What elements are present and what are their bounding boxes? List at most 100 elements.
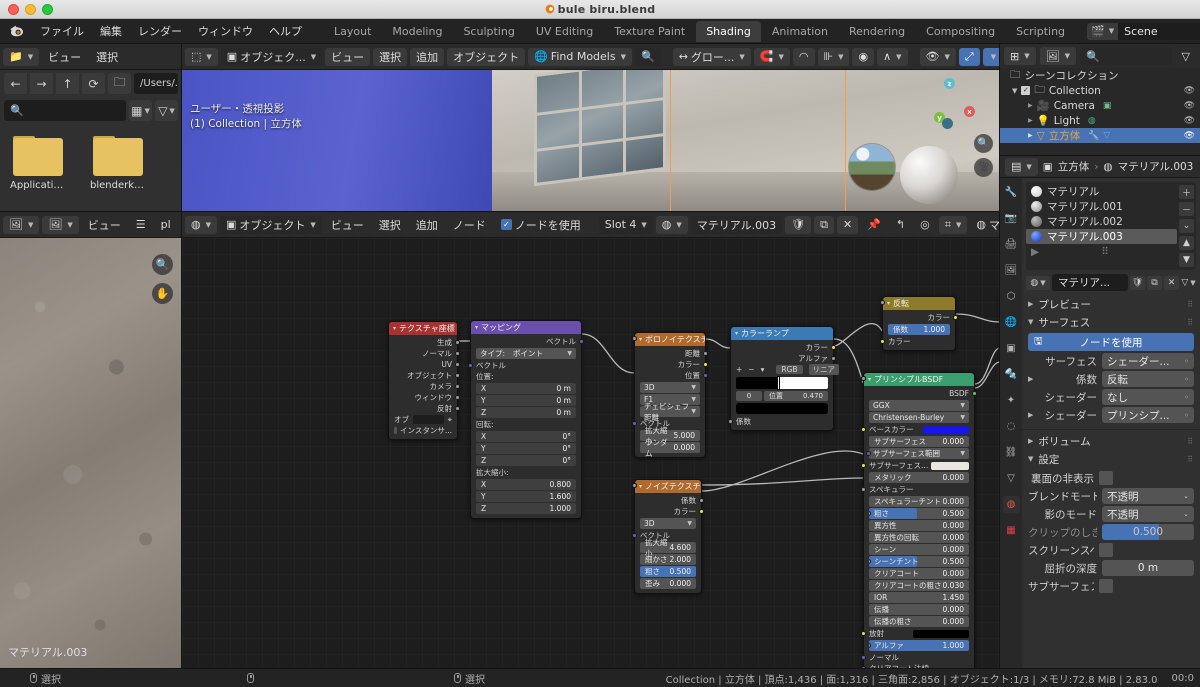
parent-node-icon[interactable]: ↰ (890, 216, 911, 234)
output-socket[interactable] (703, 362, 708, 367)
socket-row[interactable]: カラー (731, 342, 836, 353)
gizmo-options-icon[interactable]: ▼ (982, 47, 1000, 66)
node-mapping[interactable]: ▾ マッピング ベクトル タイプ: ポイント ▼ ベクトル 位置: X0 m Y0… (468, 320, 584, 519)
find-models-button[interactable]: 🌐 Find Models ▼ (528, 47, 632, 66)
socket-row[interactable]: ノーマル (389, 348, 460, 359)
output-socket[interactable] (455, 373, 460, 378)
filter-icon[interactable]: ▽ ▼ (155, 100, 178, 121)
scene-name[interactable]: Scene (1118, 22, 1200, 40)
output-socket[interactable] (455, 340, 460, 345)
vp-menu-add[interactable]: 追加 (410, 47, 445, 66)
input-socket[interactable] (632, 533, 637, 538)
chevron-down-icon[interactable]: ▼ (1028, 455, 1033, 463)
menu-edit[interactable]: 編集 (92, 21, 130, 41)
socket-row[interactable]: アルファ (731, 353, 836, 364)
menu-file[interactable]: ファイル (32, 21, 92, 41)
collapse-icon[interactable]: ▾ (393, 325, 396, 332)
scene-selector[interactable]: 🎬 ▼ Scene (1087, 22, 1200, 40)
fb-menu-select[interactable]: 選択 (90, 48, 124, 66)
input-socket[interactable] (861, 655, 866, 660)
chevron-right-icon[interactable]: ▶ (1028, 102, 1033, 109)
ramp-toolbar[interactable]: + − ▾ RGB リニア (731, 364, 840, 375)
material-name-field[interactable]: マテリア... (1052, 274, 1128, 291)
output-socket[interactable] (703, 351, 708, 356)
tab-compositing[interactable]: Compositing (916, 21, 1005, 42)
input-socket[interactable] (861, 427, 866, 432)
mapping-type-dropdown[interactable]: タイプ: ポイント ▼ (476, 348, 576, 359)
list-item[interactable]: マテリアル.003 (1026, 229, 1177, 244)
input-clearcoat-roughness[interactable]: クリアコートの粗さ 0.030 (861, 376, 969, 591)
input-roughness[interactable]: 粗さ 0.500 (869, 508, 969, 519)
node-noise-texture[interactable]: ▾ ノイズテクスチャ 係数 カラー 3D▼ ベクトル 拡大縮小4.600 細かさ… (632, 479, 704, 594)
rotation-y[interactable]: Y 0° (476, 443, 576, 454)
refraction-depth-field[interactable]: 0 m (1102, 560, 1194, 576)
vector-input-row[interactable]: ベクトル (468, 360, 581, 371)
chevron-right-icon[interactable]: ▶ (1028, 411, 1033, 419)
input-metallic[interactable]: メタリック 0.000 (861, 376, 969, 483)
scale-y[interactable]: Y 1.600 (476, 491, 576, 502)
browse-material-icon[interactable]: ◍ ▼ (1026, 275, 1050, 290)
chevron-down-icon[interactable]: ▼ (1028, 318, 1033, 326)
input-socket[interactable] (866, 451, 871, 456)
noise-dimension-dropdown[interactable]: 3D ▼ (640, 518, 696, 529)
image-canvas[interactable]: 🔍 ✋ マテリアル.003 (0, 238, 182, 668)
browse-material-icon[interactable]: ◍ ▼ (655, 215, 688, 234)
node-texture-coordinate[interactable]: ▾ テクスチャ座標 生成 ノーマル UV オブジェクト カメラ ウィンドウ 反射… (388, 321, 460, 440)
up-icon[interactable]: ↑ (56, 73, 79, 94)
tab-output[interactable]: 🖨 (1003, 236, 1020, 253)
input-sheen-tint[interactable]: シーンチント 0.500 (869, 556, 969, 567)
transform-orientation-selector[interactable]: ↔ グロー... ▼ (672, 47, 751, 66)
node-color-ramp[interactable]: ▾ カラーランプ カラー アルファ + − ▾ RGB リニア 0 位置 0.4… (728, 326, 840, 431)
output-socket[interactable] (455, 395, 460, 400)
sh-menu-node[interactable]: ノード (447, 216, 492, 234)
socket-row[interactable]: UV (389, 359, 460, 370)
grip-icon[interactable]: ⠿ (1187, 300, 1194, 309)
input-socket[interactable] (632, 421, 637, 426)
checkbox-icon[interactable]: ✓ (1021, 86, 1031, 95)
list-item[interactable]: Applications (10, 136, 66, 191)
output-socket[interactable] (455, 406, 460, 411)
gizmo-icon[interactable]: ⤢ (958, 47, 980, 66)
input-socket[interactable] (632, 336, 637, 341)
duplicate-material-icon[interactable]: ⧉ (814, 215, 834, 234)
input-socket[interactable] (861, 487, 866, 492)
input-anisotropic-rotation[interactable]: 異方性の回転 0.000 (861, 376, 969, 543)
tab-layout[interactable]: Layout (324, 21, 381, 42)
vp-menu-view[interactable]: ビュー (325, 47, 371, 66)
shader2-selector[interactable]: プリンシプ... ◦ (1102, 407, 1194, 423)
shadow-mode-dropdown[interactable]: 不透明 ⌄ (1102, 506, 1194, 522)
tab-material[interactable]: ◍ (1002, 496, 1020, 513)
subsurface-color-swatch[interactable] (931, 461, 969, 470)
nodetree-icon[interactable]: ▽ ▼ (1181, 276, 1196, 290)
blender-logo-icon[interactable] (8, 22, 26, 40)
panel-settings[interactable]: ▼ 設定 ⠿ (1022, 450, 1200, 468)
socket-row[interactable]: 位置 (635, 370, 708, 381)
collapse-icon[interactable]: ▾ (735, 330, 738, 337)
node-header[interactable]: ▾ 反転 (883, 297, 955, 310)
output-socket[interactable] (579, 339, 584, 344)
editor-type-selector[interactable]: 🖼 ▼ (3, 215, 40, 234)
tab-particles[interactable]: ✦ (1003, 392, 1020, 409)
sidebar-item-camera[interactable]: ▶ 🎥 Camera ▣ 👁 (1000, 98, 1200, 113)
menu-window[interactable]: ウィンドウ (190, 21, 261, 41)
socket-row[interactable]: BSDF (864, 388, 977, 399)
zoom-view-icon[interactable]: 🔍 (974, 134, 993, 153)
proportional-edit-icon[interactable]: ◠ (792, 47, 815, 66)
scene-collection-row[interactable]: 🗀 シーンコレクション (1000, 68, 1200, 83)
surface-shader-selector[interactable]: シェーダー... ◦ (1102, 353, 1194, 369)
instancer-checkbox-row[interactable]: インスタンサ... (389, 425, 457, 436)
expand-icon[interactable]: ▶ (1031, 246, 1039, 258)
visibility-icon[interactable]: 👁 ▼ (919, 47, 956, 66)
input-transmission[interactable]: 伝播 0.000 (861, 376, 969, 615)
chevron-down-icon[interactable]: ▼ (1012, 87, 1017, 95)
breadcrumb-material[interactable]: マテリアル.003 (1118, 159, 1194, 174)
gizmo-z-axis[interactable]: z (944, 78, 955, 89)
ramp-stop-position[interactable]: 位置 0.470 (764, 391, 828, 401)
location-y[interactable]: Y0 m (476, 395, 576, 406)
ramp-stop-index[interactable]: 0 (736, 391, 762, 401)
grip-icon[interactable]: ⠿ (1187, 455, 1194, 464)
input-normal[interactable]: ノーマル (861, 652, 974, 663)
editor-type-selector[interactable]: 📁 ▼ (3, 47, 40, 66)
editor-type-selector[interactable]: ▤ ▼ (1005, 157, 1038, 176)
output-socket[interactable] (953, 315, 958, 320)
